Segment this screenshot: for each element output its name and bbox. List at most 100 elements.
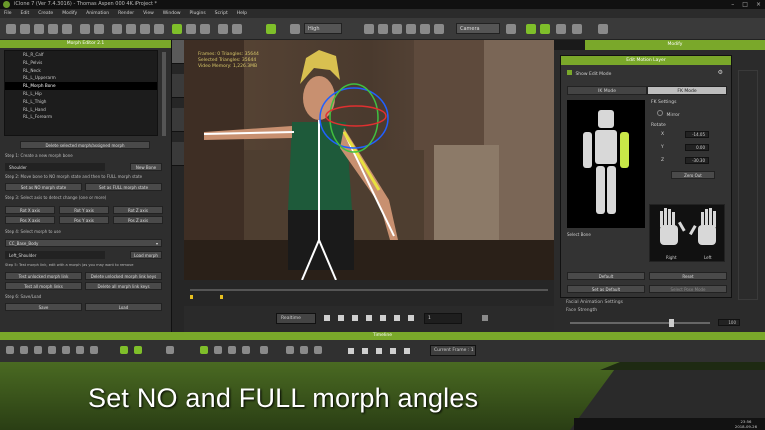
menu-script[interactable]: Script <box>215 9 228 18</box>
rot-x-axis-button[interactable]: Rot X axis <box>5 206 55 214</box>
home-icon[interactable] <box>364 24 374 34</box>
bone-name-field[interactable]: Shoulder <box>5 163 105 171</box>
aa-icon[interactable] <box>434 24 444 34</box>
next-key-icon[interactable] <box>390 348 396 354</box>
camera-pan-icon[interactable] <box>232 24 242 34</box>
timeline-tool-icon[interactable] <box>314 346 322 354</box>
render-icon[interactable] <box>48 24 58 34</box>
snap-icon[interactable] <box>172 24 182 34</box>
preview-icon[interactable] <box>266 24 276 34</box>
body-dropdown[interactable]: CC_Base_Body ▾ <box>5 239 162 247</box>
menu-edit[interactable]: Edit <box>21 9 30 18</box>
brush-icon[interactable] <box>572 24 582 34</box>
open-project-icon[interactable] <box>20 24 30 34</box>
frame-field[interactable]: 1 <box>424 313 462 324</box>
loop-icon[interactable] <box>408 315 414 321</box>
hand-selector[interactable]: Right Left <box>649 204 725 262</box>
morph-name-field[interactable]: Left_Shoulder <box>5 251 105 259</box>
list-item-selected[interactable]: RL_Morph Bone <box>5 82 157 90</box>
play-icon[interactable] <box>324 315 330 321</box>
list-item[interactable]: RL_R_Calf <box>5 51 157 59</box>
prev-key-icon[interactable] <box>352 315 358 321</box>
timeline-tool-icon[interactable] <box>228 346 236 354</box>
timeline-tool-icon[interactable] <box>6 346 14 354</box>
delete-morph-button[interactable]: Delete selected morph/assigned morph <box>20 141 150 149</box>
curve-editor-icon[interactable] <box>540 24 550 34</box>
display-mode-icon[interactable] <box>290 24 300 34</box>
align-icon[interactable] <box>200 24 210 34</box>
timeline-tool-icon[interactable] <box>134 346 142 354</box>
rot-x-field[interactable]: -14.05 <box>685 131 709 138</box>
scale-tool-icon[interactable] <box>154 24 164 34</box>
grid-icon[interactable] <box>392 24 402 34</box>
wireframe-icon[interactable] <box>406 24 416 34</box>
slider-handle[interactable] <box>668 319 674 327</box>
test-all-button[interactable]: Test all morph links <box>5 282 82 290</box>
menu-view[interactable]: View <box>143 9 154 18</box>
next-frame-icon[interactable] <box>380 315 386 321</box>
delete-all-button[interactable]: Delete all morph link keys <box>85 282 162 290</box>
stop-icon[interactable] <box>338 315 344 321</box>
list-item[interactable]: RL_L_Thigh <box>5 98 157 106</box>
test-unlocked-button[interactable]: Test unlocked morph link <box>5 272 82 280</box>
delete-unlocked-button[interactable]: Delete unlocked morph link keys <box>85 272 162 280</box>
menu-create[interactable]: Create <box>38 9 53 18</box>
timeline-tool-icon[interactable] <box>34 346 42 354</box>
3d-viewport[interactable]: Frames: 0 Triangles: 35644 Selected Tria… <box>184 40 554 280</box>
list-item[interactable]: RL_Pelvis <box>5 59 157 67</box>
set-full-morph-button[interactable]: Set as FULL morph state <box>85 183 162 191</box>
rotate-tool-icon[interactable] <box>140 24 150 34</box>
pos-x-axis-button[interactable]: Pos X axis <box>5 216 55 224</box>
list-item[interactable]: RL_L_Hip <box>5 90 157 98</box>
settings-icon[interactable] <box>598 24 608 34</box>
quality-select[interactable]: High <box>304 23 342 34</box>
menu-plugins[interactable]: Plugins <box>190 9 206 18</box>
next-key-icon[interactable] <box>394 315 400 321</box>
prev-frame-icon[interactable] <box>366 315 372 321</box>
maximize-button[interactable]: □ <box>742 0 748 9</box>
new-bone-button[interactable]: New Bone <box>130 163 162 171</box>
edit-motion-icon[interactable] <box>526 24 536 34</box>
menu-help[interactable]: Help <box>237 9 247 18</box>
bone-list[interactable]: RL_R_Calf RL_Pelvis RL_Neck RL_L_Upperar… <box>4 50 158 136</box>
save-project-icon[interactable] <box>34 24 44 34</box>
menu-file[interactable]: File <box>4 9 12 18</box>
pivot-icon[interactable] <box>186 24 196 34</box>
rot-y-field[interactable]: 0.00 <box>685 144 709 151</box>
stop-icon[interactable] <box>362 348 368 354</box>
list-item[interactable]: RL_L_Forearm <box>5 113 157 121</box>
keyframe-marker[interactable] <box>190 295 193 299</box>
undo-icon[interactable] <box>80 24 90 34</box>
scrollbar[interactable] <box>162 52 166 136</box>
timeline-tool-icon[interactable] <box>214 346 222 354</box>
save-button[interactable]: Save <box>5 303 82 311</box>
list-item[interactable]: RL_L_Hand <box>5 106 157 114</box>
frame-scrubber[interactable] <box>184 280 554 306</box>
redo-icon[interactable] <box>94 24 104 34</box>
tab-visual[interactable] <box>172 142 184 166</box>
face-puppet-icon[interactable] <box>556 24 566 34</box>
timeline-tool-icon[interactable] <box>90 346 98 354</box>
light-icon[interactable] <box>378 24 388 34</box>
zero-out-button[interactable]: Zero Out <box>671 171 715 179</box>
minimize-button[interactable]: – <box>731 0 734 9</box>
menu-animation[interactable]: Animation <box>86 9 109 18</box>
timeline-tool-icon[interactable] <box>120 346 128 354</box>
timeline-tool-icon[interactable] <box>20 346 28 354</box>
default-button[interactable]: Default <box>567 272 645 280</box>
list-item[interactable]: RL_L_Upperarm <box>5 74 157 82</box>
camera-select[interactable]: Camera <box>456 23 500 34</box>
shadow-icon[interactable] <box>420 24 430 34</box>
reset-button[interactable]: Reset <box>649 272 727 280</box>
face-strength-slider[interactable] <box>570 322 710 324</box>
zoom-extent-icon[interactable] <box>506 24 516 34</box>
fullscreen-icon[interactable] <box>482 315 488 321</box>
keyframe-marker[interactable] <box>220 295 223 299</box>
playback-mode-select[interactable]: Realtime <box>276 313 316 324</box>
rot-z-field[interactable]: -30.30 <box>685 157 709 164</box>
move-tool-icon[interactable] <box>126 24 136 34</box>
show-edit-mode-checkbox[interactable]: Show Edit Mode <box>567 70 611 77</box>
select-pose-mode-button[interactable]: Select Pose Mode <box>649 285 727 293</box>
tray-clock[interactable]: 23:56 2018-09-26 <box>735 419 757 429</box>
tab-fk-mode[interactable]: FK Mode <box>647 86 727 95</box>
